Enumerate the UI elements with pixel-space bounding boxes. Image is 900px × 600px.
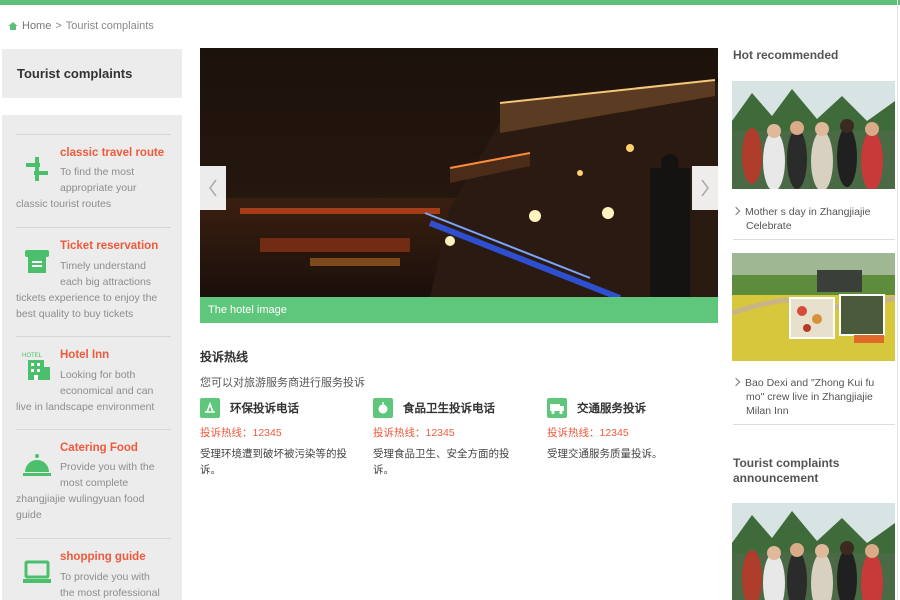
hotline-card-title: 交通服务投诉 bbox=[577, 403, 646, 415]
svg-text:HOTEL: HOTEL bbox=[22, 353, 43, 359]
hotline-card-title: 食品卫生投诉电话 bbox=[403, 403, 495, 415]
hotline-card-title: 环保投诉电话 bbox=[230, 403, 299, 415]
sidebar-item-desc: tickets experience to enjoy the bbox=[16, 292, 158, 304]
chevron-left-icon bbox=[209, 179, 217, 197]
chevron-right-icon bbox=[731, 206, 741, 216]
hot-recommended-heading: Hot recommended bbox=[733, 48, 839, 62]
sidebar-item-title[interactable]: shopping guide bbox=[60, 551, 146, 563]
sidebar-item-desc: To find the most bbox=[60, 166, 135, 178]
recommended-image-2[interactable] bbox=[732, 253, 895, 361]
chevron-right-icon bbox=[701, 179, 709, 197]
slider-caption-bar: The hotel image bbox=[200, 297, 718, 323]
divider bbox=[733, 239, 895, 240]
breadcrumb-home-link[interactable]: Home bbox=[22, 20, 51, 32]
sidebar-item-shopping-guide[interactable]: shopping guide To provide you with the m… bbox=[16, 538, 171, 600]
breadcrumb-separator: > bbox=[55, 20, 62, 32]
sidebar-item-desc: each big attractions bbox=[60, 276, 152, 288]
canola-field-photo bbox=[732, 253, 895, 361]
top-accent-bar bbox=[0, 0, 900, 5]
hotline-card-phone[interactable]: 投诉热线：12345 bbox=[373, 425, 455, 440]
environment-icon bbox=[200, 398, 220, 418]
sidebar-item-title[interactable]: Catering Food bbox=[60, 442, 138, 454]
hotline-card-desc: 受理交通服务质量投诉。 bbox=[547, 448, 663, 460]
chevron-right-icon bbox=[731, 377, 741, 387]
hotel-image-slider[interactable]: The hotel image bbox=[200, 48, 718, 323]
sidebar-item-title[interactable]: Ticket reservation bbox=[60, 240, 158, 252]
sidebar-item-desc: Provide you with the bbox=[60, 461, 155, 473]
announcement-image[interactable] bbox=[732, 503, 895, 600]
sidebar-item-desc: live in landscape environment bbox=[16, 401, 155, 413]
sidebar-item-desc: classic tourist routes bbox=[16, 198, 112, 210]
sidebar-item-ticket-reservation[interactable]: Ticket reservation Timely understand eac… bbox=[16, 227, 171, 336]
announcement-heading: Tourist complaints announcement bbox=[733, 456, 840, 485]
sidebar-item-desc: appropriate your bbox=[60, 182, 137, 194]
hotline-card-desc: 受理食品卫生、安全方面的投诉。 bbox=[373, 448, 510, 476]
home-icon bbox=[8, 22, 18, 30]
recommended-link-text[interactable]: Bao Dexi and "Zhong Kui fu mo" crew live… bbox=[745, 377, 874, 417]
hotline-card-phone[interactable]: 投诉热线：12345 bbox=[200, 425, 282, 440]
hotline-card-desc: 受理环境遭到破坏被污染等的投诉。 bbox=[200, 448, 347, 476]
sidebar-title: Tourist complaints bbox=[17, 66, 133, 81]
recommended-link-1[interactable]: Mother s day in Zhangjiajie Celebrate bbox=[731, 205, 893, 233]
crowd-photo bbox=[732, 81, 895, 189]
slider-caption: The hotel image bbox=[208, 304, 287, 316]
sidebar-item-desc: most complete bbox=[60, 477, 129, 489]
hotline-card-phone[interactable]: 投诉热线：12345 bbox=[547, 425, 629, 440]
food-safety-icon bbox=[373, 398, 393, 418]
sidebar-item-title[interactable]: classic travel route bbox=[60, 147, 164, 159]
hotline-heading: 投诉热线 bbox=[200, 350, 249, 364]
sidebar-item-travel-route[interactable]: classic travel route To find the most ap… bbox=[16, 134, 171, 227]
sidebar-list: classic travel route To find the most ap… bbox=[2, 115, 182, 600]
slider-prev-button[interactable] bbox=[200, 166, 226, 210]
sidebar-item-desc: To provide you with bbox=[60, 571, 150, 583]
sidebar-item-hotel-inn[interactable]: HOTEL Hotel Inn Looking for both economi… bbox=[16, 336, 171, 429]
sidebar-item-desc: Looking for both bbox=[60, 369, 136, 381]
sidebar-item-desc: Timely understand bbox=[60, 260, 146, 272]
recommended-link-text[interactable]: Mother s day in Zhangjiajie Celebrate bbox=[745, 206, 870, 232]
breadcrumb-current: Tourist complaints bbox=[65, 20, 154, 32]
sidebar-item-title[interactable]: Hotel Inn bbox=[60, 349, 109, 361]
sidebar-item-desc: the most professional bbox=[60, 587, 160, 599]
recommended-link-2[interactable]: Bao Dexi and "Zhong Kui fu mo" crew live… bbox=[731, 376, 893, 418]
slider-next-button[interactable] bbox=[692, 166, 718, 210]
breadcrumb: Home > Tourist complaints bbox=[8, 20, 154, 32]
sidebar-item-desc: economical and can bbox=[60, 385, 154, 397]
sidebar-item-desc: guide bbox=[16, 509, 42, 521]
right-edge-divider bbox=[897, 0, 898, 600]
hotline-subtitle: 您可以对旅游服务商进行服务投诉 bbox=[200, 377, 365, 389]
divider bbox=[733, 424, 895, 425]
recommended-image-1[interactable] bbox=[732, 81, 895, 189]
traffic-icon bbox=[547, 398, 567, 418]
sidebar-item-desc: zhangjiajie wulingyuan food bbox=[16, 493, 145, 505]
crowd-photo bbox=[732, 503, 895, 600]
hotel-night-photo bbox=[200, 48, 718, 298]
sidebar-item-desc: best quality to buy tickets bbox=[16, 308, 134, 320]
sidebar-item-catering-food[interactable]: Catering Food Provide you with the most … bbox=[16, 429, 171, 538]
sidebar-title-box: Tourist complaints bbox=[2, 49, 182, 98]
